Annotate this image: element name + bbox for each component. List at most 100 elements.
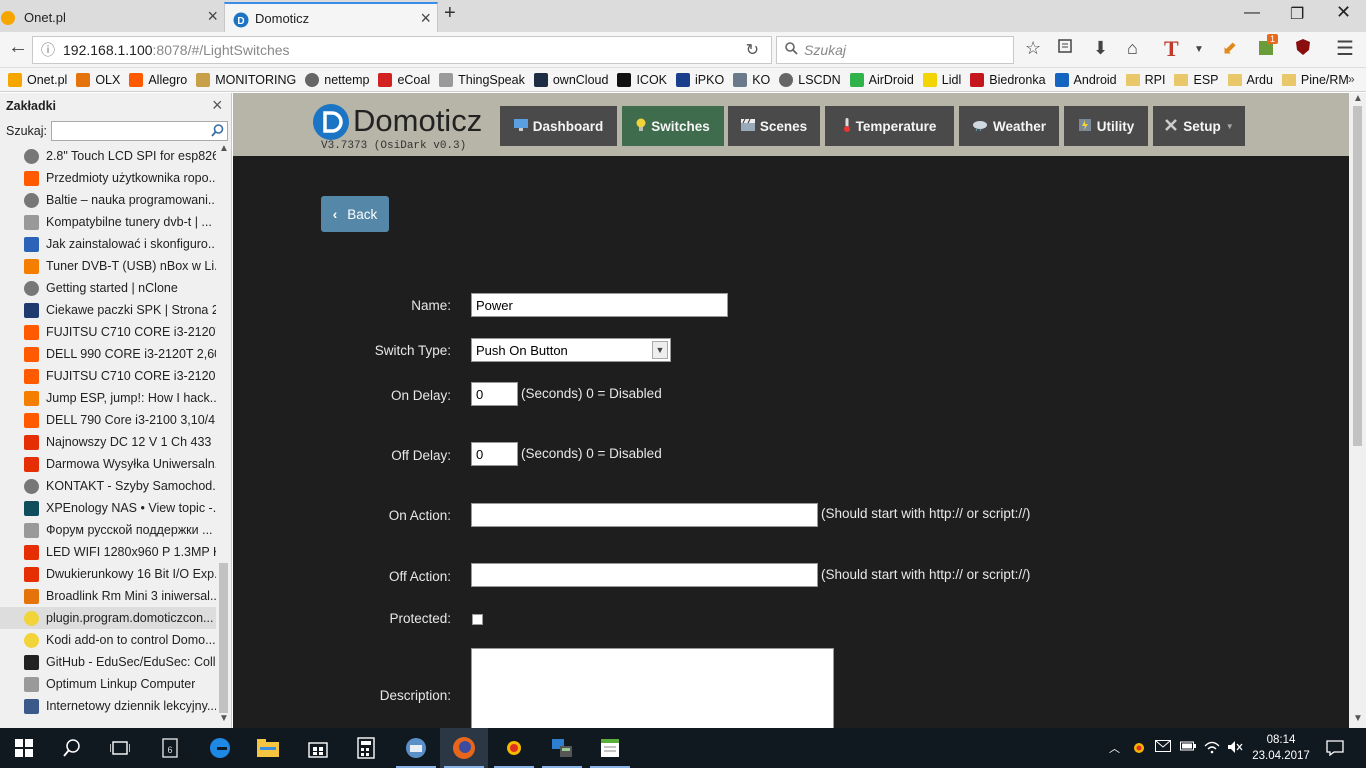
nav-temperature[interactable]: Temperature	[825, 106, 954, 146]
bookmark-list-item[interactable]: Dwukierunkowy 16 Bit I/O Exp...	[0, 563, 216, 585]
chevron-down-icon[interactable]: ▼	[1194, 44, 1204, 55]
bookmark-item[interactable]: AirDroid	[849, 72, 914, 87]
action-center-icon[interactable]	[1326, 740, 1344, 759]
name-input[interactable]: Power	[471, 293, 728, 317]
nav-switches[interactable]: Switches	[622, 106, 724, 146]
start-button[interactable]	[0, 728, 48, 768]
bookmark-item[interactable]: eCoal	[378, 72, 430, 87]
nav-weather[interactable]: Weather	[959, 106, 1059, 146]
addon-arrow-icon[interactable]: ⬋	[1222, 38, 1237, 59]
taskbar-clock[interactable]: 08:14 23.04.2017	[1250, 732, 1312, 764]
bookmark-item[interactable]: Allegro	[129, 72, 187, 87]
bookmark-list-item[interactable]: Broadlink Rm Mini 3 iniwersal...	[0, 585, 216, 607]
close-tab-icon[interactable]: ×	[207, 6, 218, 27]
bookmark-item[interactable]: Android	[1054, 72, 1117, 87]
bookmark-item[interactable]: Onet.pl	[8, 72, 67, 87]
bookmark-list-item[interactable]: Baltie – nauka programowani...	[0, 189, 216, 211]
taskbar-edge[interactable]	[196, 728, 244, 768]
bookmark-item[interactable]: OLX	[76, 72, 120, 87]
taskbar-app-sun[interactable]	[490, 728, 538, 768]
more-bookmarks-icon[interactable]: »	[1348, 72, 1355, 86]
chevron-down-icon[interactable]: ▼	[652, 341, 668, 359]
bookmark-list-item[interactable]: Internetowy dziennik lekcyjny...	[0, 695, 216, 717]
back-arrow-icon[interactable]: ←	[8, 36, 28, 59]
menu-hamburger-icon[interactable]: ☰	[1336, 36, 1354, 61]
home-icon[interactable]: ⌂	[1127, 38, 1138, 59]
close-icon[interactable]: ×	[212, 95, 223, 116]
bookmark-item[interactable]: RPI	[1125, 73, 1165, 87]
bookmark-item[interactable]: nettemp	[305, 72, 369, 87]
minimize-icon[interactable]: —	[1244, 4, 1260, 22]
bookmark-item[interactable]: ICOK	[617, 72, 667, 87]
nav-utility[interactable]: Utility	[1064, 106, 1148, 146]
page-scrollbar[interactable]: ▲ ▼	[1349, 93, 1366, 728]
scrollbar-thumb[interactable]	[1353, 106, 1362, 446]
bookmark-item[interactable]: iPKO	[676, 72, 724, 87]
volume-muted-icon[interactable]	[1227, 740, 1243, 757]
bookmark-item[interactable]: Biedronka	[970, 72, 1046, 87]
bookmark-list-item[interactable]: LED WIFI 1280x960 P 1.3MP Ka...	[0, 541, 216, 563]
back-button[interactable]: ‹ Back	[321, 196, 389, 232]
protected-checkbox[interactable]	[472, 614, 483, 625]
off-action-input[interactable]	[471, 563, 818, 587]
bookmark-item[interactable]: ThingSpeak	[439, 72, 525, 87]
bookmark-list-item[interactable]: Jak zainstalować i skonfiguro...	[0, 233, 216, 255]
bookmark-list-item[interactable]: Ciekawe paczki SPK | Strona 2 ...	[0, 299, 216, 321]
taskbar-calculator[interactable]	[342, 728, 390, 768]
nav-dashboard[interactable]: Dashboard	[500, 106, 617, 146]
tab-domoticz[interactable]: D Domoticz ×	[224, 2, 438, 32]
bookmark-list-item[interactable]: Darmowa Wysyłka Uniwersaln...	[0, 453, 216, 475]
bookmark-star-icon[interactable]: ☆	[1025, 38, 1041, 59]
sidebar-scrollbar[interactable]: ▲ ▼	[216, 143, 231, 727]
bookmark-item[interactable]: Pine/RM	[1281, 73, 1349, 87]
bookmark-list-item[interactable]: Getting started | nClone	[0, 277, 216, 299]
bookmark-list-item[interactable]: Tuner DVB-T (USB) nBox w Li...	[0, 255, 216, 277]
mail-icon[interactable]	[1155, 740, 1171, 755]
bookmark-list-item[interactable]: GitHub - EduSec/EduSec: Coll...	[0, 651, 216, 673]
close-window-icon[interactable]: ✕	[1336, 2, 1351, 23]
taskbar-store[interactable]	[294, 728, 342, 768]
taskbar-explorer[interactable]	[244, 728, 292, 768]
on-delay-input[interactable]: 0	[471, 382, 518, 406]
bookmark-list-item[interactable]: Najnowszy DC 12 V 1 Ch 433 ...	[0, 431, 216, 453]
info-icon[interactable]: ⓘ	[41, 40, 55, 60]
reload-icon[interactable]: ↻	[746, 40, 759, 60]
bookmark-item[interactable]: Lidl	[922, 72, 961, 87]
scrollbar-thumb[interactable]	[219, 563, 228, 713]
bookmark-list-item[interactable]: Jump ESP, jump!: How I hack...	[0, 387, 216, 409]
bookmark-item[interactable]: KO	[733, 72, 770, 87]
translate-t-icon[interactable]: T	[1164, 36, 1179, 62]
wifi-icon[interactable]	[1204, 740, 1220, 757]
taskbar-app-network[interactable]	[538, 728, 586, 768]
bookmark-list-item[interactable]: Optimum Linkup Computer	[0, 673, 216, 695]
task-view-button[interactable]	[96, 728, 144, 768]
bookmark-list-item[interactable]: DELL 790 Core i3-2100 3,10/4....	[0, 409, 216, 431]
description-textarea[interactable]	[471, 648, 834, 728]
bookmark-list-item[interactable]: Przedmioty użytkownika ropo...	[0, 167, 216, 189]
bookmark-list-item[interactable]: plugin.program.domoticzcon...	[0, 607, 216, 629]
scroll-down-icon[interactable]: ▼	[219, 713, 229, 724]
bookmark-item[interactable]: Ardu	[1227, 73, 1273, 87]
taskbar-app-editor[interactable]	[586, 728, 634, 768]
switch-type-select[interactable]: Push On Button ▼	[471, 338, 671, 362]
address-bar[interactable]: ⓘ 192.168.1.100:8078/#/LightSwitches ↻	[32, 36, 772, 64]
taskbar-app[interactable]: 6	[146, 728, 194, 768]
close-tab-icon[interactable]: ×	[420, 8, 431, 29]
scroll-up-icon[interactable]: ▲	[1353, 93, 1363, 104]
download-icon[interactable]: ⬇	[1093, 38, 1108, 59]
reading-list-icon[interactable]	[1057, 38, 1073, 59]
ublock-icon[interactable]	[1295, 38, 1311, 61]
addon-icon[interactable]: 1	[1258, 34, 1279, 61]
bookmark-item[interactable]: ownCloud	[533, 72, 608, 87]
sun-tray-icon[interactable]	[1131, 740, 1147, 759]
off-delay-input[interactable]: 0	[471, 442, 518, 466]
search-input[interactable]: Szukaj	[776, 36, 1014, 64]
battery-icon[interactable]	[1180, 740, 1196, 755]
taskbar-outlook[interactable]	[392, 728, 440, 768]
bookmark-list-item[interactable]: 2.8" Touch LCD SPI for esp826...	[0, 145, 216, 167]
bookmark-list-item[interactable]: DELL 990 CORE i3-2120T 2,60/...	[0, 343, 216, 365]
bookmark-list-item[interactable]: FUJITSU C710 CORE i3-2120 3,...	[0, 365, 216, 387]
bookmark-item[interactable]: MONITORING	[196, 72, 296, 87]
nav-scenes[interactable]: Scenes	[728, 106, 820, 146]
sidebar-search-input[interactable]	[51, 121, 228, 141]
